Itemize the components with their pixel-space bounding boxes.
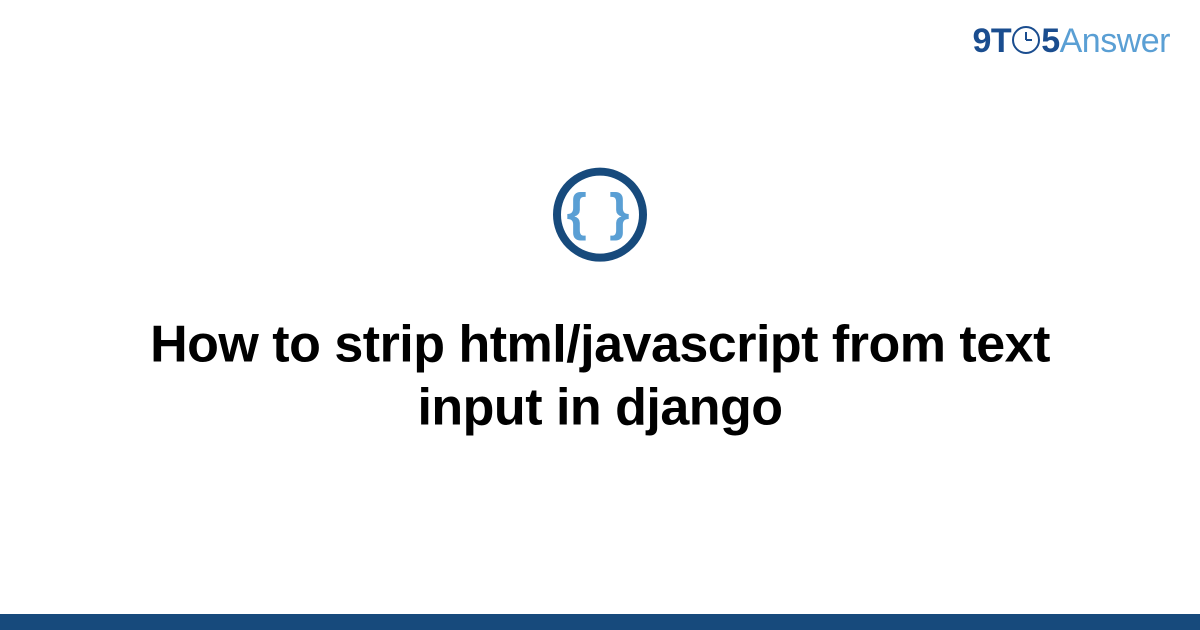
main-content: { } How to strip html/javascript from te… [0, 168, 1200, 441]
logo-text-9t: 9T [973, 22, 1012, 61]
clock-icon [1012, 26, 1040, 54]
category-badge: { } [553, 168, 647, 262]
logo-text-answer: Answer [1060, 22, 1170, 61]
site-logo: 9T 5 Answer [973, 22, 1170, 61]
code-braces-icon: { } [567, 187, 634, 239]
question-title: How to strip html/javascript from text i… [100, 314, 1100, 441]
footer-accent-bar [0, 614, 1200, 630]
logo-text-5: 5 [1041, 22, 1059, 61]
